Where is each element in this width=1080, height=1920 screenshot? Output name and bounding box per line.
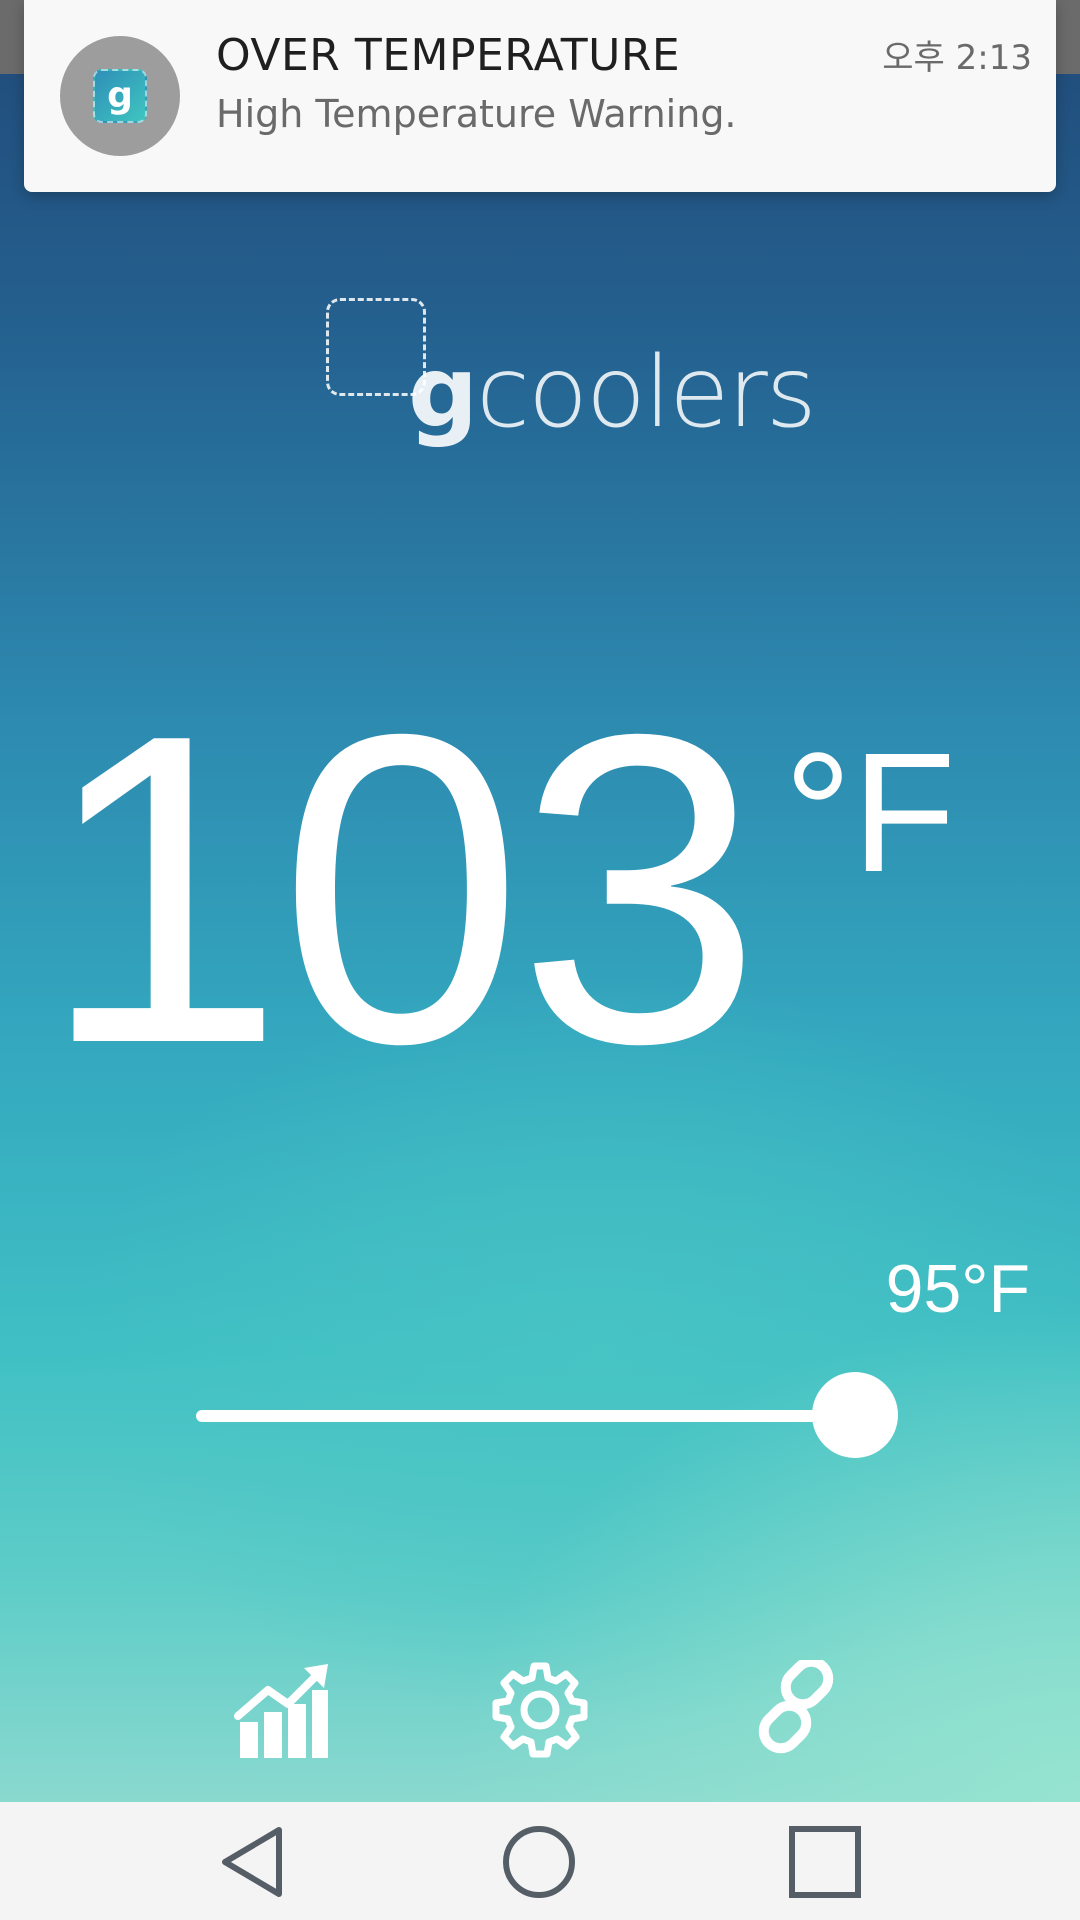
home-icon[interactable] xyxy=(501,1824,577,1900)
setpoint-label: 95°F xyxy=(885,1251,1030,1327)
link-icon[interactable] xyxy=(748,1656,848,1760)
app-icon-letter: g xyxy=(107,75,133,116)
notification-body: High Temperature Warning. xyxy=(216,92,737,136)
temperature-unit: °F xyxy=(784,718,956,908)
notification-time: 오후 2:13 xyxy=(882,38,1032,78)
logo-text: gcoolers xyxy=(408,336,817,450)
notification-card[interactable]: g OVER TEMPERATURE High Temperature Warn… xyxy=(24,0,1056,192)
back-icon[interactable] xyxy=(217,1824,293,1900)
screen: g OVER TEMPERATURE High Temperature Warn… xyxy=(0,0,1080,1920)
current-temperature: 103 xyxy=(40,644,762,1135)
gear-icon[interactable] xyxy=(490,1660,590,1760)
logo-rest: coolers xyxy=(476,336,817,450)
slider-thumb[interactable] xyxy=(812,1372,898,1458)
notification-avatar: g xyxy=(60,36,180,156)
navigation-bar xyxy=(0,1802,1080,1920)
slider-track[interactable] xyxy=(196,1410,860,1422)
recents-icon[interactable] xyxy=(787,1824,863,1900)
app-icon: g xyxy=(93,69,147,123)
logo-g: g xyxy=(408,336,478,450)
chart-icon[interactable] xyxy=(234,1660,334,1760)
setpoint-slider[interactable] xyxy=(196,1372,898,1458)
gcoolers-logo: gcoolers xyxy=(322,294,817,464)
notification-title: OVER TEMPERATURE xyxy=(216,30,681,81)
